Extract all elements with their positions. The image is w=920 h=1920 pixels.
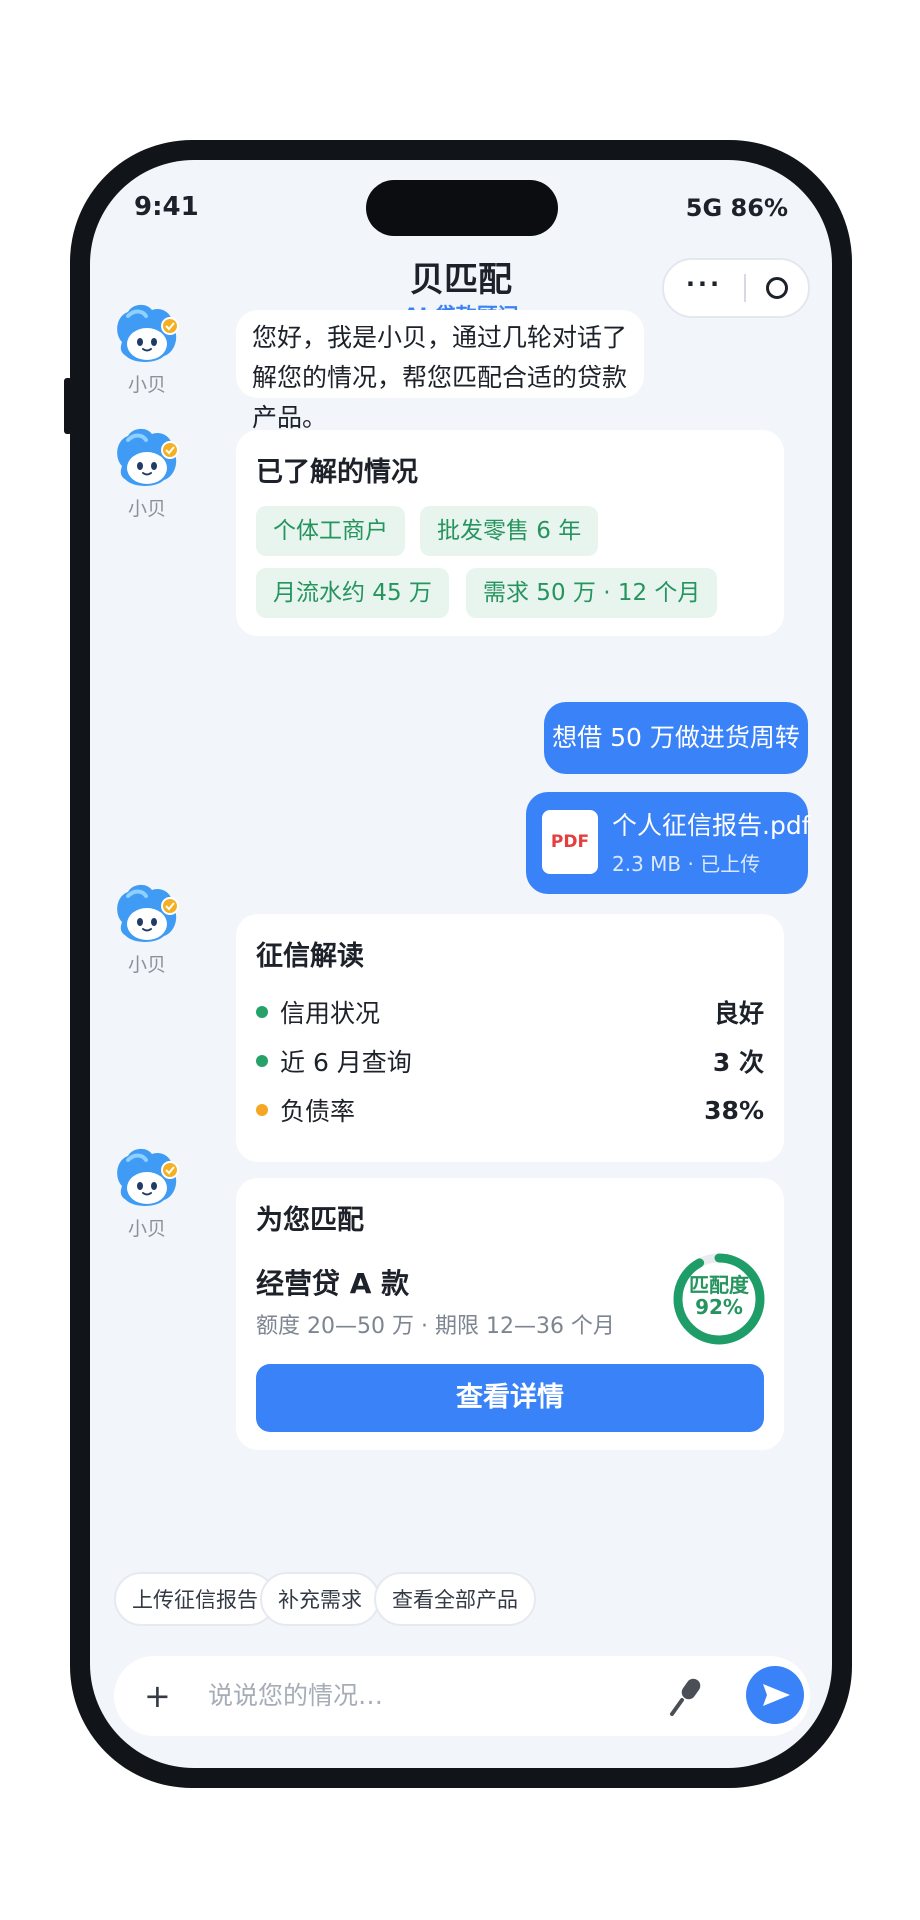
send-button[interactable] bbox=[746, 1666, 804, 1724]
credit-row-label: 负债率 bbox=[280, 1097, 356, 1126]
message-input-bar: + 说说您的情况… bbox=[114, 1656, 810, 1736]
status-dot bbox=[256, 1006, 268, 1018]
profile-tag: 需求 50 万 · 12 个月 bbox=[466, 568, 718, 618]
credit-row-value: 38% bbox=[704, 1095, 764, 1125]
assistant-avatar: 小贝 bbox=[112, 1148, 182, 1241]
circle-icon bbox=[766, 277, 788, 299]
product-desc: 额度 20—50 万 · 期限 12—36 个月 bbox=[256, 1314, 615, 1339]
profile-card: 已了解的情况 个体工商户 批发零售 6 年 月流水约 45 万 需求 50 万 … bbox=[236, 430, 784, 636]
greeting-text: 您好，我是小贝，通过几轮对话了解您的情况，帮您匹配合适的贷款产品。 bbox=[252, 323, 628, 432]
assistant-avatar-icon bbox=[117, 884, 179, 942]
match-card-title: 为您匹配 bbox=[256, 1205, 364, 1236]
mini-program-capsule: ··· bbox=[662, 258, 810, 318]
assistant-avatar: 小贝 bbox=[112, 304, 182, 397]
quick-reply-all-products[interactable]: 查看全部产品 bbox=[374, 1572, 536, 1626]
quick-reply-supplement[interactable]: 补充需求 bbox=[260, 1572, 380, 1626]
credit-row-label: 信用状况 bbox=[280, 999, 381, 1028]
match-score-text: 匹配度 92% bbox=[672, 1274, 766, 1318]
status-network-battery: 5G 86% bbox=[685, 194, 788, 222]
phone-frame: 9:41 5G 86% 贝匹配 AI 贷款顾问 ··· 小贝 您好，我是小贝 bbox=[70, 140, 852, 1788]
microphone-icon[interactable] bbox=[666, 1672, 706, 1720]
credit-row: 信用状况 良好 bbox=[256, 994, 764, 1030]
profile-tag: 月流水约 45 万 bbox=[256, 568, 449, 618]
assistant-name: 小贝 bbox=[127, 954, 166, 976]
match-label: 匹配度 bbox=[689, 1273, 749, 1297]
assistant-avatar-icon bbox=[117, 428, 179, 486]
message-input[interactable]: 说说您的情况… bbox=[208, 1676, 383, 1716]
send-icon bbox=[763, 1684, 790, 1706]
phone-screen: 9:41 5G 86% 贝匹配 AI 贷款顾问 ··· 小贝 您好，我是小贝 bbox=[90, 160, 832, 1768]
assistant-name: 小贝 bbox=[127, 374, 166, 396]
view-details-button[interactable]: 查看详情 bbox=[256, 1364, 764, 1432]
product-name: 经营贷 A 款 bbox=[256, 1267, 410, 1300]
match-card: 为您匹配 经营贷 A 款 额度 20—50 万 · 期限 12—36 个月 匹配… bbox=[236, 1178, 784, 1450]
assistant-avatar-icon bbox=[117, 1148, 179, 1206]
more-dots-icon[interactable]: ··· bbox=[664, 272, 744, 302]
profile-tag: 批发零售 6 年 bbox=[420, 506, 599, 556]
assistant-name: 小贝 bbox=[127, 1218, 166, 1240]
plus-icon[interactable]: + bbox=[144, 1676, 171, 1716]
pdf-icon: PDF bbox=[542, 810, 598, 874]
credit-row-value: 3 次 bbox=[712, 1048, 764, 1077]
credit-row: 近 6 月查询 3 次 bbox=[256, 1043, 764, 1079]
status-dot bbox=[256, 1104, 268, 1116]
profile-tag: 个体工商户 bbox=[256, 506, 405, 556]
credit-card: 征信解读 信用状况 良好 近 6 月查询 3 次 负债率 38% bbox=[236, 914, 784, 1162]
match-value: 92% bbox=[695, 1295, 743, 1319]
dynamic-island bbox=[366, 180, 558, 236]
greeting-bubble: 您好，我是小贝，通过几轮对话了解您的情况，帮您匹配合适的贷款产品。 bbox=[236, 310, 644, 432]
status-time: 9:41 bbox=[134, 192, 199, 222]
status-dot bbox=[256, 1055, 268, 1067]
quick-reply-upload[interactable]: 上传征信报告 bbox=[114, 1572, 276, 1626]
credit-row-value: 良好 bbox=[713, 999, 764, 1028]
profile-card-title: 已了解的情况 bbox=[256, 457, 418, 488]
assistant-name: 小贝 bbox=[127, 498, 166, 520]
credit-card-title: 征信解读 bbox=[256, 941, 364, 972]
close-button[interactable] bbox=[746, 277, 808, 299]
file-meta: 2.3 MB · 已上传 bbox=[612, 852, 761, 876]
assistant-avatar-icon bbox=[117, 304, 179, 362]
credit-row: 负债率 38% bbox=[256, 1092, 764, 1128]
file-message[interactable]: PDF 个人征信报告.pdf 2.3 MB · 已上传 bbox=[526, 792, 811, 894]
user-message: 想借 50 万做进货周转 bbox=[544, 702, 808, 774]
assistant-avatar: 小贝 bbox=[112, 884, 182, 977]
assistant-avatar: 小贝 bbox=[112, 428, 182, 521]
file-name: 个人征信报告.pdf bbox=[612, 811, 811, 840]
credit-row-label: 近 6 月查询 bbox=[280, 1048, 412, 1077]
